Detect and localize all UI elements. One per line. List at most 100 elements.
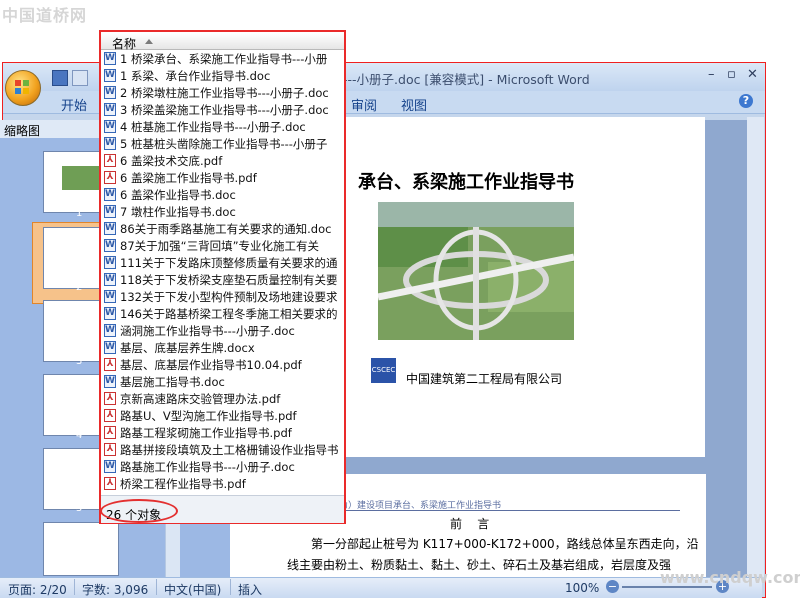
file-name: 基层、底基层作业指导书10.04.pdf: [120, 357, 302, 372]
pdf-file-icon: ⅄: [104, 171, 116, 184]
file-list-item[interactable]: W 路基施工作业指导书---小册子.doc: [104, 458, 344, 475]
file-list-item[interactable]: ⅄ 路基工程浆砌施工作业指导书.pdf: [104, 424, 344, 441]
word-file-icon: W: [104, 307, 116, 320]
file-list-item[interactable]: W 基层施工指导书.doc: [104, 373, 344, 390]
name-column-header[interactable]: [101, 33, 344, 50]
file-list-item[interactable]: ⅄ 京新高速路床交验管理办法.pdf: [104, 390, 344, 407]
file-name: 路基拼接段填筑及土工格栅铺设作业指导书: [120, 442, 339, 457]
file-list-item[interactable]: W 3 桥梁盖梁施工作业指导书---小册子.doc: [104, 101, 344, 118]
file-name: 京新高速路床交验管理办法.pdf: [120, 391, 281, 406]
word-file-icon: W: [104, 137, 116, 150]
thumbnail-label-2: 2: [76, 282, 83, 293]
file-list: W1 桥梁承台、系梁施工作业指导书---小册 W 1 系梁、承台作业指导书.doc W…: [104, 50, 344, 492]
pdf-file-icon: ⅄: [104, 409, 116, 422]
thumbnail-pane-title: 缩略图: [4, 124, 41, 138]
file-list-item[interactable]: W 146关于路基桥梁工程冬季施工相关要求的: [104, 305, 344, 322]
file-list-item[interactable]: ⅄ 基层、底基层作业指导书10.04.pdf: [104, 356, 344, 373]
word-file-icon: W: [104, 239, 116, 252]
file-list-item[interactable]: W 涵洞施工作业指导书---小册子.doc: [104, 322, 344, 339]
file-list-item[interactable]: W 132关于下发小型构件预制及场地建设要求: [104, 288, 344, 305]
file-list-item[interactable]: ⅄ 6 盖梁技术交底.pdf: [104, 152, 344, 169]
file-list-item[interactable]: W 6 盖梁作业指导书.doc: [104, 186, 344, 203]
file-list-item[interactable]: W 7 墩柱作业指导书.doc: [104, 203, 344, 220]
word-file-icon: W: [104, 103, 116, 116]
zoom-level[interactable]: 100%: [565, 581, 599, 595]
word-file-icon: W: [104, 205, 116, 218]
file-name: 桥梁工程作业指导书.pdf: [120, 476, 246, 491]
file-list-item[interactable]: W 111关于下发路床顶整修质量有关要求的通: [104, 254, 344, 271]
word-file-icon: W: [104, 69, 116, 82]
site-watermark-url: www.cndqw.com: [660, 568, 800, 587]
thumbnail-label-3: 3: [76, 356, 83, 367]
status-insert-mode[interactable]: 插入: [238, 581, 262, 598]
file-list-item[interactable]: W 86关于雨季路基施工有关要求的通知.doc: [104, 220, 344, 237]
tab-home[interactable]: 开始: [61, 95, 87, 114]
help-icon[interactable]: ?: [739, 94, 753, 108]
file-name: 132关于下发小型构件预制及场地建设要求: [120, 289, 338, 304]
file-list-item[interactable]: W 5 桩基桩头凿除施工作业指导书---小册子: [104, 135, 344, 152]
status-page[interactable]: 页面: 2/20: [8, 581, 67, 598]
word-file-icon: W: [104, 256, 116, 269]
file-list-item[interactable]: ⅄ 6 盖梁施工作业指导书.pdf: [104, 169, 344, 186]
file-list-item[interactable]: ⅄ 路基拼接段填筑及土工格栅铺设作业指导书: [104, 441, 344, 458]
file-name: 1 桥梁承台、系梁施工作业指导书---小册: [120, 51, 328, 66]
restore-icon[interactable]: ▫: [727, 67, 736, 82]
minimize-icon[interactable]: –: [708, 67, 715, 82]
word-file-icon: W: [104, 273, 116, 286]
site-watermark: 中国道桥网: [2, 6, 88, 25]
file-name: 路基U、V型沟施工作业指导书.pdf: [120, 408, 297, 423]
file-list-item[interactable]: W 4 桩基施工作业指导书---小册子.doc: [104, 118, 344, 135]
pdf-file-icon: ⅄: [104, 426, 116, 439]
file-name: 7 墩柱作业指导书.doc: [120, 204, 236, 219]
file-list-item[interactable]: W 1 桥梁承台、系梁施工作业指导书---小册: [104, 50, 344, 67]
pdf-file-icon: ⅄: [104, 358, 116, 371]
document-scrollbar[interactable]: [747, 117, 764, 577]
file-list-item[interactable]: W 1 系梁、承台作业指导书.doc: [104, 67, 344, 84]
status-language[interactable]: 中文(中国): [164, 581, 221, 598]
file-name: 4 桩基施工作业指导书---小册子.doc: [120, 119, 306, 134]
undo-icon[interactable]: [72, 70, 88, 86]
file-name: 6 盖梁作业指导书.doc: [120, 187, 236, 202]
office-button[interactable]: [5, 70, 41, 106]
file-list-item[interactable]: W 87关于加强“三背回填”专业化施工有关: [104, 237, 344, 254]
file-list-item[interactable]: W 2 桥梁墩柱施工作业指导书---小册子.doc: [104, 84, 344, 101]
pdf-file-icon: ⅄: [104, 154, 116, 167]
status-divider: [74, 579, 75, 595]
file-name: 路基施工作业指导书---小册子.doc: [120, 459, 295, 474]
word-file-icon: W: [104, 375, 116, 388]
file-name: 86关于雨季路基施工有关要求的通知.doc: [120, 221, 332, 236]
zoom-out-icon[interactable]: −: [606, 580, 619, 593]
pdf-file-icon: ⅄: [104, 392, 116, 405]
highlight-oval: [100, 499, 178, 523]
company-name: 中国建筑第二工程局有限公司: [406, 372, 563, 386]
thumbnail-page-6[interactable]: [43, 522, 119, 576]
file-name: 3 桥梁盖梁施工作业指导书---小册子.doc: [120, 102, 329, 117]
status-divider: [230, 579, 231, 595]
file-list-item[interactable]: ⅄ 桥梁工程作业指导书.pdf: [104, 475, 344, 492]
word-file-icon: W: [104, 86, 116, 99]
file-list-item[interactable]: W 118关于下发桥梁支座垫石质量控制有关要: [104, 271, 344, 288]
word-file-icon: W: [104, 290, 116, 303]
save-icon[interactable]: [52, 70, 68, 86]
foreword-heading: 前 言: [450, 517, 490, 531]
file-name: 118关于下发桥梁支座垫石质量控制有关要: [120, 272, 338, 287]
file-name: 路基工程浆砌施工作业指导书.pdf: [120, 425, 292, 440]
file-name: 6 盖梁技术交底.pdf: [120, 153, 223, 168]
file-list-item[interactable]: W 基层、底基层养生牌.docx: [104, 339, 344, 356]
tab-review[interactable]: 审阅: [351, 95, 377, 114]
close-icon[interactable]: ✕: [747, 67, 758, 82]
file-name: 1 系梁、承台作业指导书.doc: [120, 68, 271, 83]
status-word-count[interactable]: 字数: 3,096: [82, 581, 148, 598]
file-list-item[interactable]: ⅄ 路基U、V型沟施工作业指导书.pdf: [104, 407, 344, 424]
thumbnail-label-1: 1: [76, 208, 83, 219]
file-name: 87关于加强“三背回填”专业化施工有关: [120, 238, 320, 253]
file-name: 5 桩基桩头凿除施工作业指导书---小册子: [120, 136, 328, 151]
window-title: ---小册子.doc [兼容模式] - Microsoft Word: [343, 72, 590, 87]
status-divider: [156, 579, 157, 595]
file-name: 111关于下发路床顶整修质量有关要求的通: [120, 255, 338, 270]
pdf-file-icon: ⅄: [104, 443, 116, 456]
file-name: 2 桥梁墩柱施工作业指导书---小册子.doc: [120, 85, 329, 100]
word-file-icon: W: [104, 324, 116, 337]
word-file-icon: W: [104, 341, 116, 354]
tab-view[interactable]: 视图: [401, 95, 427, 114]
